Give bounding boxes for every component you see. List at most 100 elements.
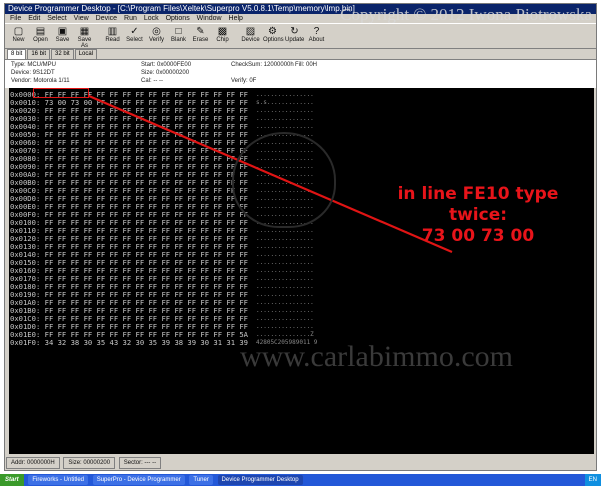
fill-value: Fill: 00H — [295, 62, 318, 68]
toolbar-button-options[interactable]: ⚙ Options — [263, 25, 284, 46]
hex-ascii: ................ — [256, 275, 314, 282]
toolbar-button-label: Open — [33, 37, 48, 43]
hex-ascii: ................ — [256, 267, 314, 274]
toolbar-button-label: Read — [105, 37, 120, 43]
logo-emblem — [232, 132, 336, 228]
toolbar-button-label: Save As — [77, 37, 92, 49]
menu-edit[interactable]: Edit — [28, 15, 40, 22]
annotation-line-1: in line FE10 type — [397, 184, 559, 204]
help-icon: ? — [313, 26, 320, 37]
open-folder-icon: ▤ — [35, 26, 46, 37]
start-button[interactable]: Start — [0, 474, 24, 486]
annotation-text: in line FE10 type twice: 73 00 73 00 — [368, 184, 588, 247]
hex-ascii: ................ — [256, 91, 314, 98]
device-name: Device: 9S12DT — [11, 70, 55, 76]
menu-view[interactable]: View — [74, 15, 89, 22]
taskbar-item[interactable]: Tuner — [189, 475, 213, 485]
toolbar-button-erase[interactable]: ✎ Erase — [191, 25, 210, 46]
toolbar-button-device[interactable]: ▨ Device — [241, 25, 260, 46]
hex-ascii: ................ — [256, 115, 314, 122]
toolbar-button-label: Device — [241, 37, 260, 43]
hex-ascii: ................ — [256, 307, 314, 314]
save-as-icon: ▦ — [79, 26, 90, 37]
status-size: Size: 00000200 — [63, 457, 116, 469]
toolbar-button-label: New — [12, 37, 25, 43]
menu-window[interactable]: Window — [197, 15, 222, 22]
tab-local[interactable]: Local — [74, 49, 98, 59]
hex-ascii: ................ — [256, 235, 314, 242]
new-file-icon: ▢ — [13, 26, 24, 37]
erase-icon: ✎ — [196, 26, 205, 37]
hex-address: 0x01F0: — [10, 338, 41, 347]
taskbar-item[interactable]: SuperPro - Device Programmer — [92, 475, 185, 485]
toolbar-button-read[interactable]: ▥ Read — [103, 25, 122, 46]
toolbar-button-label: Verify — [148, 37, 164, 43]
chip-icon: ▩ — [217, 26, 228, 37]
hex-ascii: ................ — [256, 315, 314, 322]
toolbar-button-chip[interactable]: ▩ Chip — [213, 25, 232, 46]
annotation-line-2: twice: — [448, 205, 508, 225]
menu-help[interactable]: Help — [229, 15, 243, 22]
status-bar: Addr: 0000000H Size: 00000200 Sector: --… — [5, 456, 596, 470]
hex-ascii: ...............Z — [256, 331, 314, 338]
hex-ascii: ................ — [256, 227, 314, 234]
menu-select[interactable]: Select — [47, 15, 66, 22]
toolbar-button-select[interactable]: ✓ Select — [125, 25, 144, 46]
window-title: Device Programmer Desktop - [C:\Program … — [8, 4, 355, 13]
toolbar-button-label: Chip — [216, 37, 229, 43]
hex-ascii: ................ — [256, 123, 314, 130]
hex-ascii: ................ — [256, 291, 314, 298]
status-addr: Addr: 0000000H — [6, 457, 60, 469]
hex-ascii: s.s............. — [256, 99, 314, 106]
hex-ascii: ................ — [256, 283, 314, 290]
select-icon: ✓ — [130, 26, 139, 37]
verify-value: Verify: 0F — [231, 78, 257, 84]
cal-value: Cal: -- -- — [141, 78, 163, 84]
toolbar-button-blank[interactable]: □ Blank — [169, 25, 188, 46]
taskbar-item-active[interactable]: Device Programmer Desktop — [217, 475, 303, 485]
annotation-line-3: 73 00 73 00 — [421, 226, 535, 246]
toolbar-button-label: About — [308, 37, 325, 43]
toolbar-button-save[interactable]: ▣ Save — [53, 25, 72, 46]
tab-8bit[interactable]: 8 bit — [7, 49, 27, 59]
hex-ascii: ................ — [256, 299, 314, 306]
checksum: CheckSum: 12000000h — [231, 62, 294, 68]
status-sector: Sector: --- -- — [118, 457, 162, 469]
toolbar-button-label: Options — [263, 37, 284, 43]
toolbar-button-save-as[interactable]: ▦ Save As — [75, 25, 94, 49]
hex-ascii: ................ — [256, 243, 314, 250]
tab-32bit[interactable]: 32 bit — [51, 49, 74, 59]
hex-ascii: ................ — [256, 107, 314, 114]
highlight-box — [33, 88, 89, 98]
menu-device[interactable]: Device — [96, 15, 117, 22]
blank-check-icon: □ — [175, 26, 182, 37]
hex-bytes[interactable]: 34 32 38 30 35 43 32 30 35 39 38 39 30 3… — [45, 338, 248, 347]
start-address: Start: 0x0000FE00 — [141, 62, 192, 68]
hex-row[interactable]: 0x01F0: 34 32 38 30 35 43 32 30 35 39 38… — [10, 339, 248, 347]
taskbar-item[interactable]: Fireworks - Untitled — [28, 475, 89, 485]
update-icon: ↻ — [290, 26, 299, 37]
menu-run[interactable]: Run — [124, 15, 137, 22]
view-tabs: 8 bit 16 bit 32 bit Local — [7, 49, 98, 59]
system-tray: EN — [584, 474, 601, 486]
toolbar-button-new[interactable]: ▢ New — [9, 25, 28, 46]
toolbar-button-verify[interactable]: ◎ Verify — [147, 25, 166, 46]
toolbar-button-label: Update — [285, 37, 305, 43]
toolbar-button-about[interactable]: ? About — [307, 25, 326, 46]
menu-options[interactable]: Options — [166, 15, 190, 22]
device-type: Type: MCU/MPU — [11, 62, 57, 68]
options-icon: ⚙ — [268, 26, 277, 37]
toolbar-button-label: Blank — [170, 37, 186, 43]
read-chip-icon: ▥ — [107, 26, 118, 37]
hex-ascii: ................ — [256, 259, 314, 266]
toolbar-button-open[interactable]: ▤ Open — [31, 25, 50, 46]
tab-16bit[interactable]: 16 bit — [27, 49, 51, 59]
buffer-size: Size: 0x00000200 — [141, 70, 190, 76]
menu-file[interactable]: File — [10, 15, 21, 22]
toolbar-button-update[interactable]: ↻ Update — [285, 25, 304, 46]
menu-lock[interactable]: Lock — [144, 15, 159, 22]
toolbar: ▢ New ▤ Open ▣ Save ▦ Save As ▥ Read ✓ Select ◎ Verif… — [5, 23, 596, 49]
toolbar-button-label: Select — [126, 37, 143, 43]
taskbar: Start Fireworks - Untitled SuperPro - De… — [0, 474, 601, 486]
toolbar-button-label: Save — [55, 37, 70, 43]
